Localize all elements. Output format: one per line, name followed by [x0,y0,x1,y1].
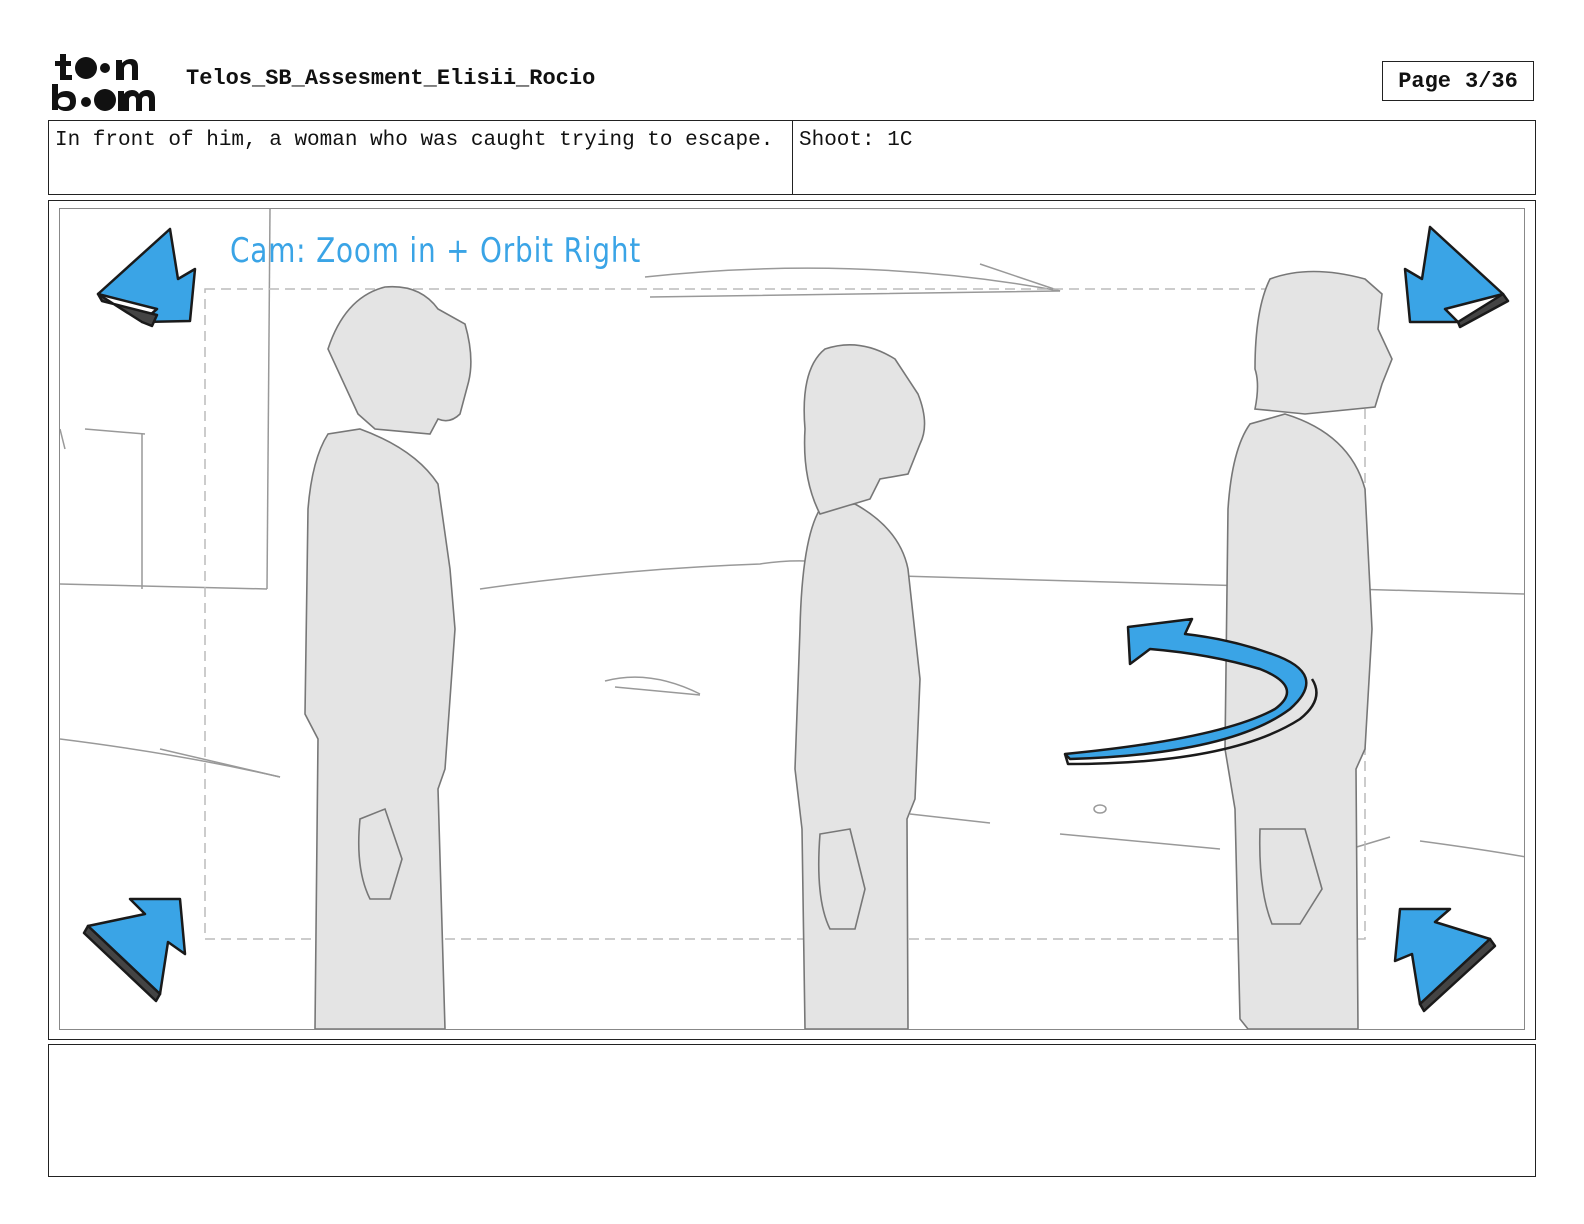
toon-boom-logo [50,52,166,112]
panel-info-row: In front of him, a woman who was caught … [48,120,1536,195]
storyboard-panel: Cam: Zoom in + Orbit Right [48,200,1536,1040]
camera-direction-note: Cam: Zoom in + Orbit Right [230,231,642,271]
page-number: 3/36 [1465,68,1518,94]
panel-notes-box [48,1044,1536,1177]
panel-drawing: Cam: Zoom in + Orbit Right [59,208,1525,1030]
shoot-label: Shoot: 1C [799,129,913,152]
panel-description: In front of him, a woman who was caught … [49,121,793,194]
document-title: Telos_SB_Assesment_Elisii_Rocio [186,66,596,91]
page-label: Page [1398,68,1451,94]
page-indicator: Page 3/36 [1382,61,1534,101]
sketch-drawing [60,209,1524,1029]
